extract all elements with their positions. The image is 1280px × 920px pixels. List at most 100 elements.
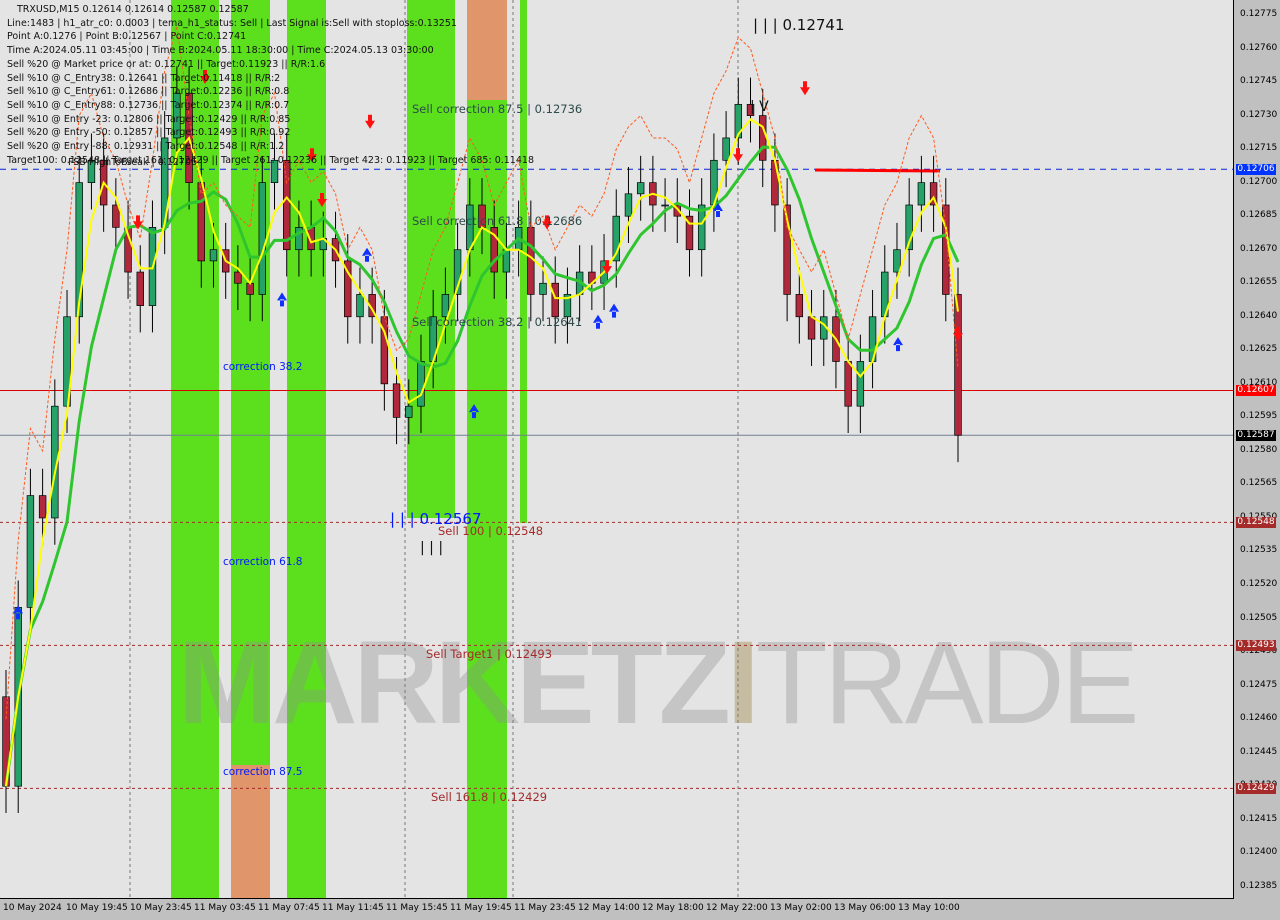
price-tick-label: 0.12670 (1240, 243, 1278, 254)
candle (136, 271, 144, 306)
indicator-info-panel: TRXUSD,M15 0.12614 0.12614 0.12587 0.125… (7, 3, 534, 167)
wave-iii-label: | | | (420, 540, 444, 556)
candle (283, 159, 291, 251)
price-tick-label: 0.12625 (1240, 344, 1278, 355)
correction-38-label: correction 38.2 (223, 361, 303, 373)
candle (844, 361, 852, 407)
price-tag: 0.12548 (1236, 516, 1276, 528)
candle (807, 316, 816, 340)
time-tick-label: 11 May 03:45 (194, 903, 256, 913)
price-tick-label: 0.12730 (1240, 109, 1278, 120)
time-tick-label: 10 May 23:45 (130, 903, 192, 913)
buy-arrow-icon (362, 247, 372, 262)
candle (441, 294, 450, 318)
candle (197, 182, 205, 262)
time-tick-label: 10 May 19:45 (66, 903, 128, 913)
info-line: Sell %20 @ Entry -50: 0.12857 || Target:… (7, 127, 291, 139)
price-tick-label: 0.12475 (1240, 679, 1278, 690)
time-tick-label: 10 May 2024 (3, 903, 62, 913)
info-line: Line:1483 | h1_atr_c0: 0.0003 | tema_h1_… (7, 17, 457, 29)
sell-arrow-icon (733, 148, 743, 163)
price-tag: 0.12429 (1236, 782, 1276, 794)
time-tick-label: 11 May 19:45 (450, 903, 512, 913)
candle (759, 115, 767, 161)
price-tick-label: 0.12415 (1240, 813, 1278, 824)
price-tick-label: 0.12760 (1240, 42, 1278, 53)
candle (26, 495, 35, 608)
point-c-label: | | | 0.12741 (753, 16, 845, 34)
candle (527, 227, 535, 295)
candle (624, 193, 633, 217)
candle (234, 271, 242, 284)
candle (209, 249, 218, 262)
price-tick-label: 0.12685 (1240, 210, 1278, 221)
sell-161-label: Sell 161.8 | 0.12429 (431, 790, 548, 804)
sell-arrow-icon (317, 193, 327, 208)
price-tick-label: 0.12520 (1240, 579, 1278, 589)
buy-arrow-icon (609, 303, 619, 318)
candle (246, 282, 254, 295)
sell-correction-87-label: Sell correction 87.5 | 0.12736 (412, 102, 583, 116)
buy-arrow-icon (277, 292, 287, 307)
candle (551, 282, 559, 318)
price-tag: 0.12607 (1236, 385, 1276, 397)
time-tick-label: 13 May 10:00 (898, 903, 960, 913)
price-tick-label: 0.12640 (1240, 310, 1278, 321)
candle (356, 294, 364, 318)
buy-arrow-icon (469, 404, 479, 419)
wave-iv-label: | V (750, 99, 769, 115)
fsb-label: FSB-HighToBreak | 0.12706 (68, 157, 198, 168)
time-tick-label: 12 May 18:00 (642, 903, 704, 913)
price-tick-label: 0.12535 (1240, 545, 1278, 556)
price-tick-label: 0.12445 (1240, 746, 1278, 757)
candle (893, 249, 901, 273)
price-tick-label: 0.12580 (1240, 444, 1278, 455)
correction-61-label: correction 61.8 (223, 556, 303, 568)
price-tag: 0.12706 (1236, 163, 1276, 175)
sell-correction-38-label: Sell correction 38.2 | 0.12641 (412, 315, 583, 329)
info-line: Sell %10 @ C_Entry61: 0.12686 || Target:… (7, 86, 290, 98)
candle (856, 361, 865, 407)
symbol-ohlc: TRXUSD,M15 0.12614 0.12614 0.12587 0.125… (17, 4, 249, 15)
chart-plot-area[interactable]: MARKETZITRADE TRXUSD,M15 0.12614 0.12614… (0, 0, 1234, 899)
candle (38, 495, 47, 519)
info-line: Sell %10 @ C_Entry38: 0.12641 || Target:… (7, 72, 281, 84)
time-tick-label: 13 May 02:00 (770, 903, 832, 913)
price-tick-label: 0.12700 (1240, 176, 1278, 187)
correction-87-label: correction 87.5 (223, 766, 303, 778)
candle (258, 182, 267, 295)
price-tick-label: 0.12595 (1240, 411, 1278, 422)
time-tick-label: 12 May 14:00 (578, 903, 640, 913)
candle (405, 405, 413, 418)
sell-100-label: Sell 100 | 0.12548 (438, 524, 544, 538)
candle (636, 182, 645, 195)
price-tag: 0.12493 (1236, 639, 1276, 651)
price-tick-label: 0.12655 (1240, 277, 1278, 288)
sell-arrow-icon (800, 81, 810, 96)
time-tick-label: 11 May 07:45 (258, 903, 320, 913)
candle (539, 282, 547, 295)
price-tick-label: 0.12400 (1240, 847, 1278, 858)
time-tick-label: 13 May 06:00 (834, 903, 896, 913)
time-tick-label: 11 May 11:45 (322, 903, 384, 913)
price-tick-label: 0.12715 (1240, 143, 1278, 154)
sell-correction-61-label: Sell correction 61.8 | 0.12686 (412, 214, 583, 228)
info-line: Point A:0.1276 | Point B:0.12567 | Point… (7, 31, 247, 43)
candle (722, 137, 730, 161)
info-line: Sell %20 @ Market price or at: 0.12741 |… (7, 58, 326, 70)
price-tick-label: 0.12505 (1240, 612, 1278, 623)
candle (661, 204, 669, 207)
price-tick-label: 0.12775 (1240, 9, 1278, 19)
price-tick-label: 0.12565 (1240, 478, 1278, 489)
candle (917, 182, 926, 206)
info-line: Sell %20 @ Entry -88: 0.12931 || Target:… (7, 141, 285, 153)
time-tick-label: 12 May 22:00 (706, 903, 768, 913)
sell-target1-label: Sell Target1 | 0.12493 (426, 647, 553, 661)
buy-arrow-icon (593, 314, 603, 329)
time-tick-label: 11 May 15:45 (386, 903, 448, 913)
candle (112, 204, 120, 228)
time-tick-label: 11 May 23:45 (514, 903, 576, 913)
price-tick-label: 0.12385 (1240, 880, 1278, 891)
candle (417, 361, 425, 407)
candle (795, 294, 804, 318)
